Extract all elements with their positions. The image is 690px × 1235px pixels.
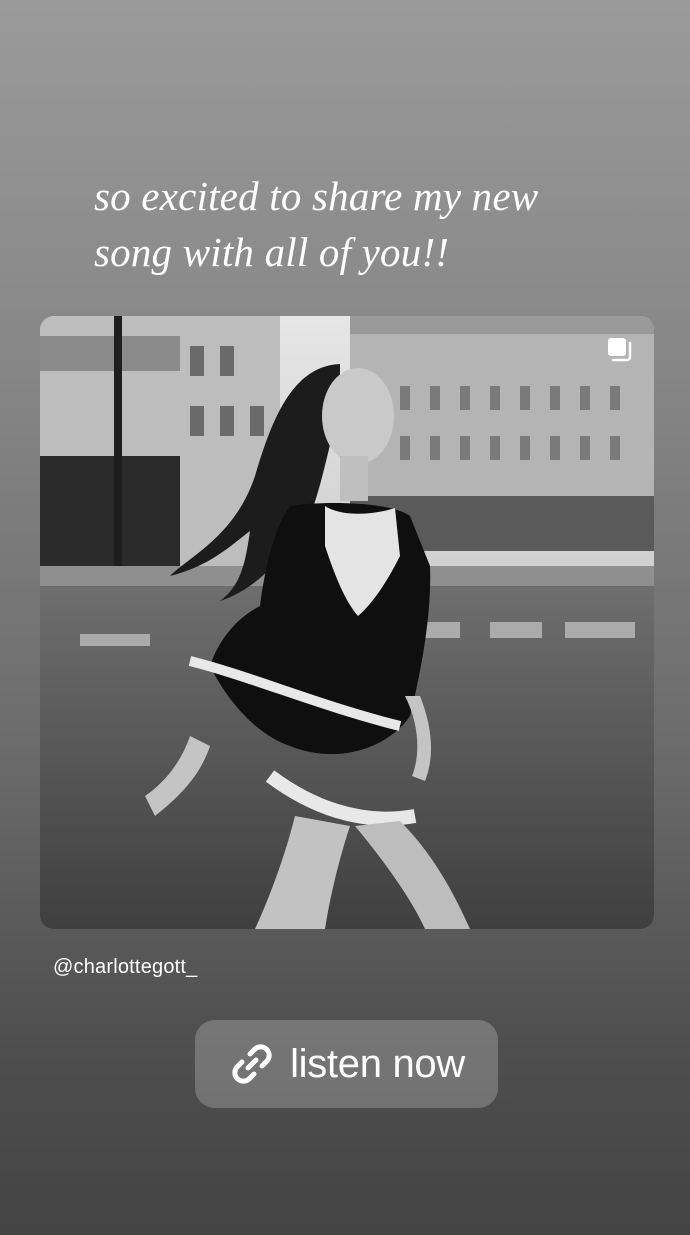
shared-post-photo[interactable] [40,316,654,929]
caption-line-2: song with all of you!! [94,229,450,275]
multiple-images-icon [608,338,632,362]
story-caption: so excited to share my new song with all… [94,168,654,280]
link-sticker-label: listen now [290,1041,465,1086]
caption-line-1: so excited to share my new [94,173,539,219]
author-username[interactable]: @charlottegott_ [53,956,198,979]
listen-now-link-sticker[interactable]: listen now [195,1020,498,1108]
photo-illustration [40,316,654,929]
link-icon [232,1044,272,1084]
